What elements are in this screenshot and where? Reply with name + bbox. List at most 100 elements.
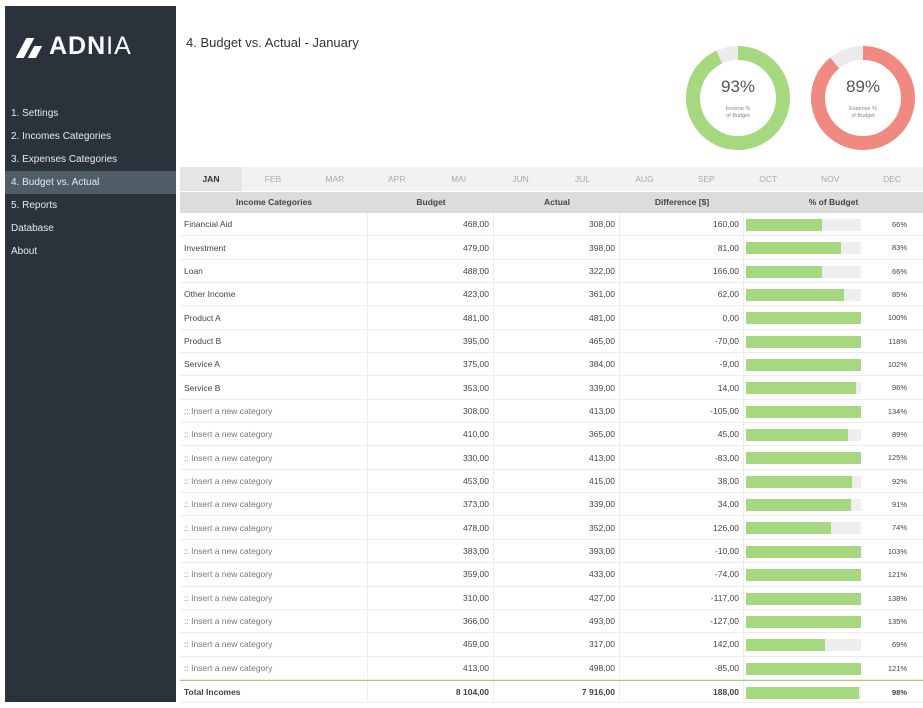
actual-cell[interactable]: 465,00 [494, 329, 620, 353]
insert-category-cell[interactable]: :: Insert a new category [180, 399, 368, 423]
actual-cell[interactable]: 433,00 [494, 563, 620, 586]
insert-category-cell[interactable]: :: Insert a new category [180, 516, 368, 539]
insert-category-cell[interactable]: :: Insert a new category [180, 539, 368, 563]
category-name[interactable]: Investment [180, 236, 368, 259]
actual-cell[interactable]: 308,00 [494, 213, 620, 236]
budget-cell[interactable]: 310,00 [368, 586, 494, 609]
category-name[interactable]: Financial Aid [180, 213, 368, 236]
budget-cell[interactable]: 423,00 [368, 283, 494, 306]
table-row: Product B 395,00 465,00 -70,00 118% [180, 329, 923, 354]
actual-cell[interactable]: 322,00 [494, 259, 620, 283]
budget-cell[interactable]: 359,00 [368, 563, 494, 586]
sidebar-item[interactable]: 2. Incomes Categories [5, 125, 176, 148]
actual-cell[interactable]: 427,00 [494, 586, 620, 609]
category-name[interactable]: Loan [180, 259, 368, 283]
budget-cell[interactable]: 481,00 [368, 306, 494, 329]
tab-month[interactable]: OCT [737, 167, 799, 191]
sidebar-item[interactable]: 3. Expenses Categories [5, 148, 176, 171]
category-name[interactable]: Other Income [180, 283, 368, 306]
insert-category-cell[interactable]: :: Insert a new category [180, 423, 368, 446]
budget-cell[interactable]: 413,00 [368, 656, 494, 679]
actual-cell[interactable]: 413,00 [494, 446, 620, 469]
tab-month[interactable]: MAR [304, 167, 366, 191]
actual-cell[interactable]: 365,00 [494, 423, 620, 446]
sidebar-item[interactable]: 5. Reports [5, 194, 176, 217]
percent-cell: 74% [744, 516, 923, 538]
category-name[interactable]: Service A [180, 353, 368, 376]
sidebar-item[interactable]: 1. Settings [5, 102, 176, 125]
tab-month[interactable]: JUN [490, 167, 552, 191]
tab-month[interactable]: NOV [799, 167, 861, 191]
tab-month[interactable]: JAN [180, 167, 242, 191]
progress-bar-fill [746, 662, 861, 675]
brand-logo: ADNIA [15, 32, 132, 61]
budget-cell[interactable]: 373,00 [368, 493, 494, 516]
tab-month[interactable]: AUG [613, 167, 675, 191]
budget-cell[interactable]: 468,00 [368, 213, 494, 236]
actual-cell[interactable]: 317,00 [494, 633, 620, 656]
actual-cell[interactable]: 498,00 [494, 656, 620, 679]
category-name[interactable]: Product A [180, 306, 368, 329]
actual-cell[interactable]: 7 916,00 [494, 680, 620, 703]
category-name[interactable]: Total Incomes [180, 680, 368, 703]
progress-bar-fill [746, 265, 822, 278]
insert-category-cell[interactable]: :: Insert a new category [180, 609, 368, 633]
budget-cell[interactable]: 308,00 [368, 399, 494, 423]
actual-cell[interactable]: 415,00 [494, 469, 620, 493]
category-name[interactable]: Product B [180, 329, 368, 353]
sidebar-item[interactable]: 4. Budget vs. Actual [5, 171, 176, 194]
tab-month[interactable]: FEB [242, 167, 304, 191]
category-name[interactable]: Service B [180, 376, 368, 399]
insert-category-cell[interactable]: :: Insert a new category [180, 446, 368, 469]
budget-cell[interactable]: 330,00 [368, 446, 494, 469]
tab-month[interactable]: JUL [552, 167, 614, 191]
tab-month[interactable]: APR [366, 167, 428, 191]
progress-bar [746, 499, 861, 512]
column-header-category: Income Categories [235, 197, 313, 207]
budget-cell[interactable]: 479,00 [368, 236, 494, 259]
insert-category-cell[interactable]: :: Insert a new category [180, 469, 368, 493]
budget-cell[interactable]: 383,00 [368, 539, 494, 563]
insert-category-cell[interactable]: :: Insert a new category [180, 493, 368, 516]
actual-cell[interactable]: 393,00 [494, 539, 620, 563]
tab-month[interactable]: DEC [861, 167, 923, 191]
budget-cell[interactable]: 366,00 [368, 609, 494, 633]
actual-cell[interactable]: 352,00 [494, 516, 620, 539]
budget-cell[interactable]: 488,00 [368, 259, 494, 283]
budget-cell[interactable]: 453,00 [368, 469, 494, 493]
insert-category-cell[interactable]: :: Insert a new category [180, 563, 368, 586]
actual-cell[interactable]: 361,00 [494, 283, 620, 306]
budget-cell[interactable]: 375,00 [368, 353, 494, 376]
sidebar-nav: 1. Settings 2. Incomes Categories 3. Expen… [5, 102, 176, 263]
insert-category-cell[interactable]: :: Insert a new category [180, 586, 368, 609]
actual-cell[interactable]: 339,00 [494, 493, 620, 516]
income-gauge-ring [686, 46, 790, 150]
actual-cell[interactable]: 384,00 [494, 353, 620, 376]
percent-label: 100% [887, 313, 907, 323]
actual-cell[interactable]: 339,00 [494, 376, 620, 399]
actual-cell[interactable]: 413,00 [494, 399, 620, 423]
budget-cell[interactable]: 478,00 [368, 516, 494, 539]
budget-cell[interactable]: 353,00 [368, 376, 494, 399]
progress-bar [746, 265, 861, 278]
budget-cell[interactable]: 410,00 [368, 423, 494, 446]
progress-bar-fill [746, 405, 861, 418]
sidebar-item[interactable]: Database [5, 217, 176, 240]
tab-month[interactable]: SEP [675, 167, 737, 191]
difference-cell: 126,00 [620, 516, 744, 539]
actual-cell[interactable]: 481,00 [494, 306, 620, 329]
difference-cell: 45,00 [620, 423, 744, 446]
budget-cell[interactable]: 395,00 [368, 329, 494, 353]
insert-category-cell[interactable]: :: Insert a new category [180, 656, 368, 679]
actual-cell[interactable]: 493,00 [494, 609, 620, 633]
actual-cell[interactable]: 398,00 [494, 236, 620, 259]
insert-category-cell[interactable]: :: Insert a new category [180, 633, 368, 656]
budget-cell[interactable]: 8 104,00 [368, 680, 494, 703]
difference-cell: -74,00 [620, 563, 744, 586]
logo-mark-icon [15, 36, 43, 58]
table-row: :: Insert a new category 359,00 433,00 -74,… [180, 563, 923, 587]
budget-cell[interactable]: 459,00 [368, 633, 494, 656]
percent-label: 83% [891, 243, 907, 253]
sidebar-item[interactable]: About [5, 240, 176, 263]
tab-month[interactable]: MAI [428, 167, 490, 191]
